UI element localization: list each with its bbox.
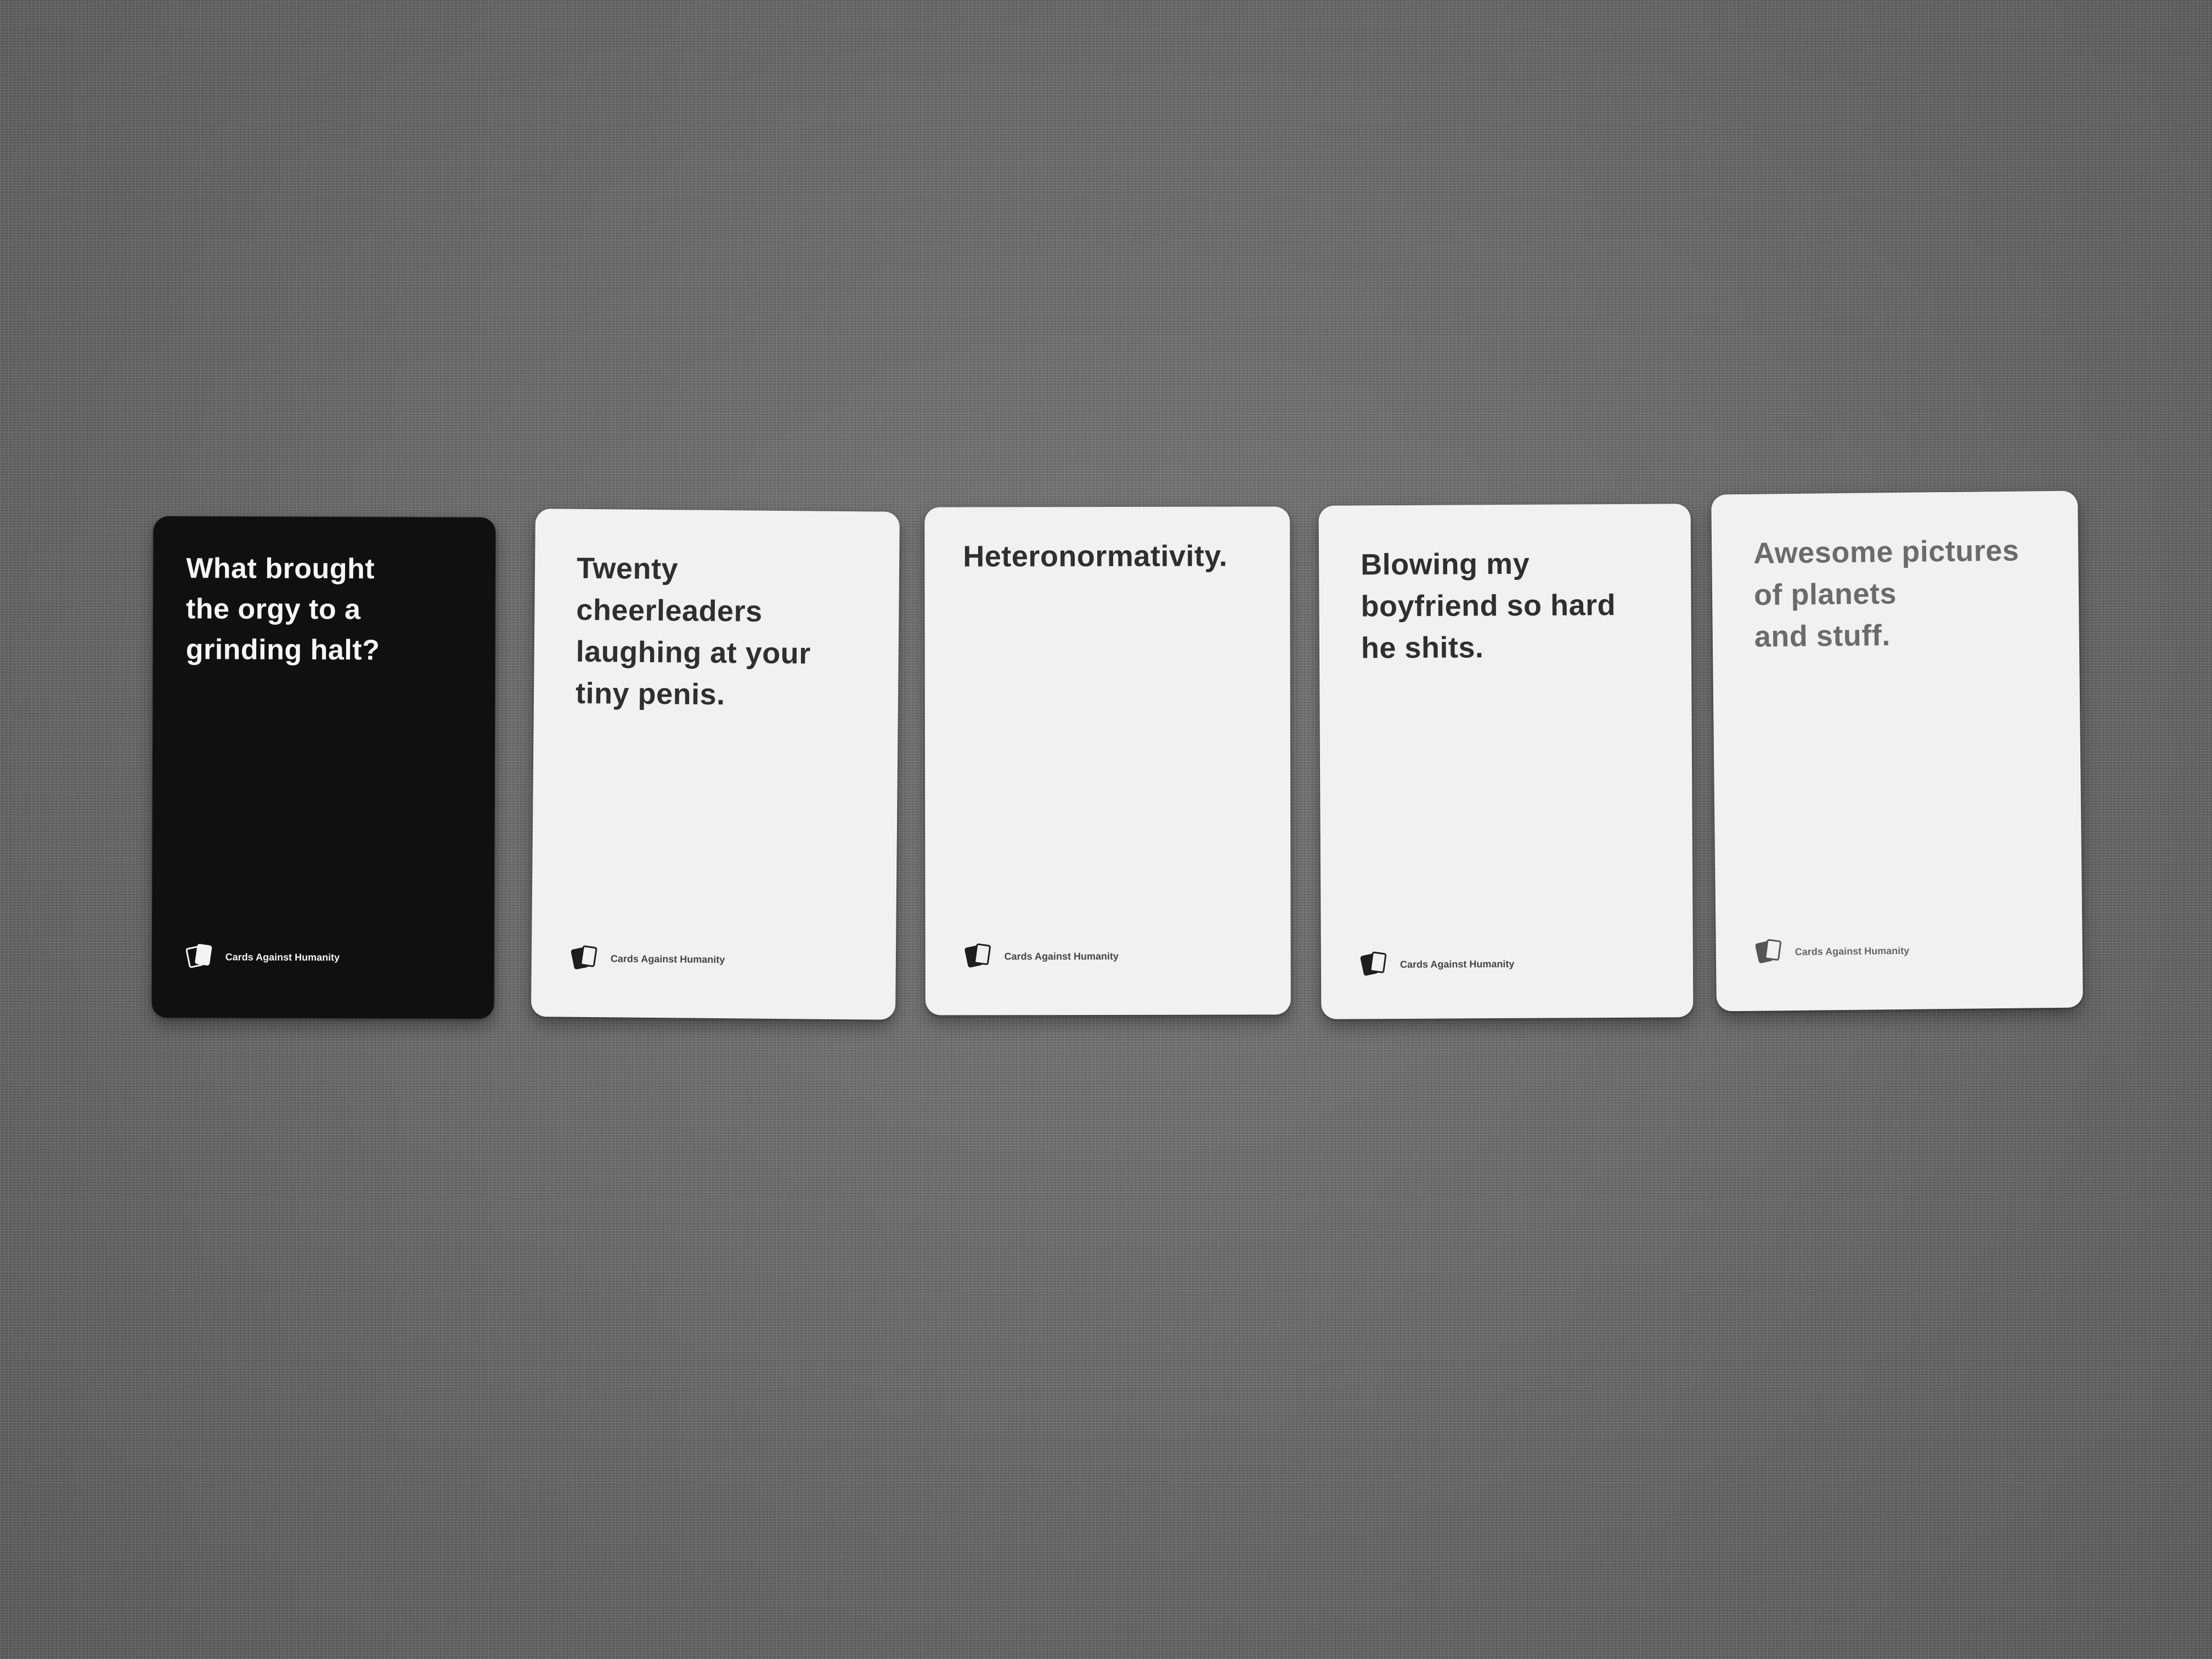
card-text: What brought the orgy to a grinding halt… [185,552,380,667]
brand-label: Cards Against Humanity [225,951,340,963]
white-answer-card[interactable]: Twenty cheerleaders laughing at your tin… [531,509,900,1020]
card-brand: Cards Against Humanity [185,943,340,971]
brand-label: Cards Against Humanity [610,952,725,965]
card-text: Heteronormativity. [963,539,1228,573]
card-brand: Cards Against Humanity [1755,937,1910,966]
cards-logo-icon [1755,939,1782,963]
carpet-background: What brought the orgy to a grinding halt… [0,0,2212,1659]
brand-label: Cards Against Humanity [1004,950,1119,962]
card-text: Twenty cheerleaders laughing at your tin… [575,551,811,712]
cards-logo-icon [1360,951,1387,976]
cards-logo-icon [964,943,991,968]
card-brand: Cards Against Humanity [964,943,1119,970]
white-answer-card[interactable]: Blowing my boyfriend so hard he shits. C… [1318,504,1694,1019]
cards-logo-icon [571,945,597,969]
brand-label: Cards Against Humanity [1400,958,1515,970]
white-answer-card[interactable]: Heteronormativity. Cards Against Humanit… [924,506,1291,1015]
card-text: Blowing my boyfriend so hard he shits. [1360,547,1616,665]
cards-logo-icon [185,944,212,968]
card-text: Awesome pictures of planets and stuff. [1753,534,2019,653]
card-brand: Cards Against Humanity [1360,950,1515,978]
brand-label: Cards Against Humanity [1795,945,1910,957]
white-answer-card[interactable]: Awesome pictures of planets and stuff. C… [1711,490,2083,1012]
black-prompt-card[interactable]: What brought the orgy to a grinding halt… [151,516,496,1019]
card-brand: Cards Against Humanity [571,945,725,973]
